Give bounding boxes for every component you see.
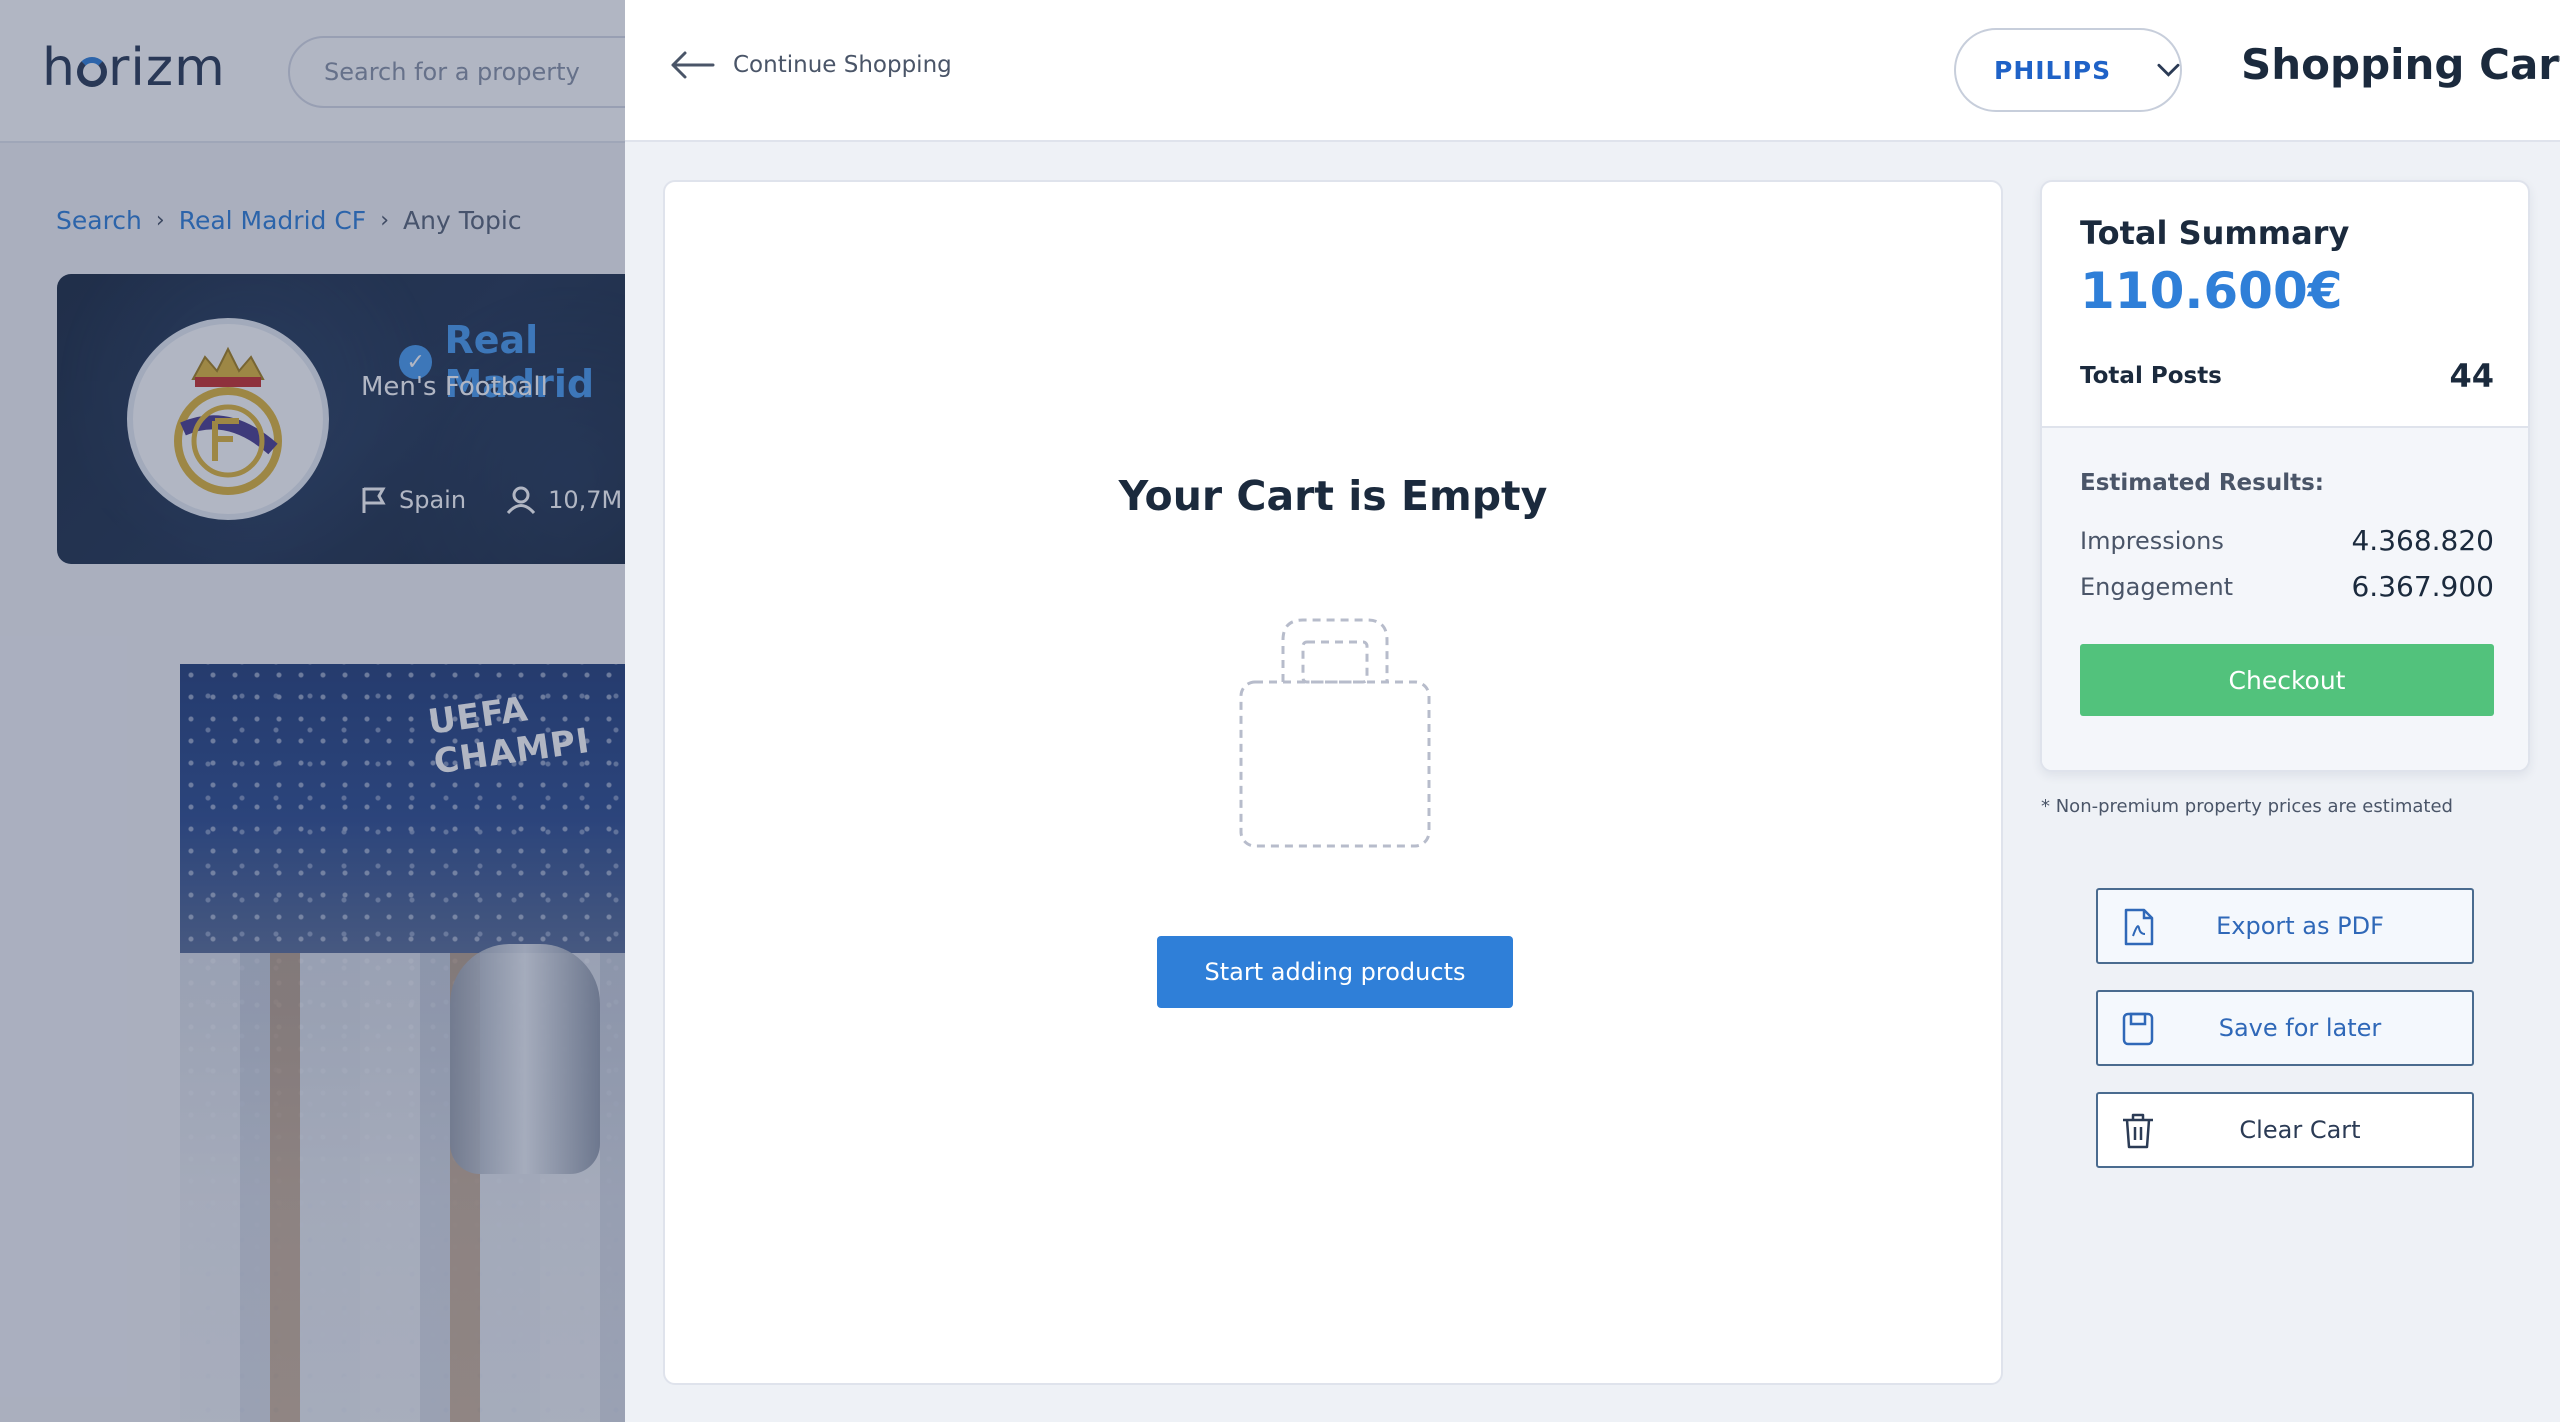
engagement-value: 6.367.900 [2351, 570, 2494, 603]
arrow-left-icon [671, 51, 715, 79]
total-amount: 110.600€ [2080, 262, 2343, 320]
pricing-note: * Non-premium property prices are estima… [2041, 796, 2453, 817]
chevron-down-icon [2157, 63, 2180, 77]
start-adding-products-button[interactable]: Start adding products [1157, 936, 1513, 1008]
cart-header: Continue Shopping PHILIPS Shopping Cart [625, 0, 2560, 142]
total-summary-card: Total Summary 110.600€ Total Posts 44 Es… [2040, 180, 2530, 772]
estimated-results-title: Estimated Results: [2080, 470, 2324, 496]
shopping-cart-panel: Continue Shopping PHILIPS Shopping Cart … [625, 0, 2560, 1422]
save-for-later-button[interactable]: Save for later [2096, 990, 2474, 1066]
empty-cart-title: Your Cart is Empty [1118, 472, 1548, 520]
summary-title: Total Summary [2080, 214, 2350, 252]
total-posts-row: Total Posts 44 [2080, 357, 2494, 395]
impressions-value: 4.368.820 [2351, 524, 2494, 557]
cart-items-area: Your Cart is Empty Start adding products [663, 180, 2003, 1385]
selected-brand: PHILIPS [1994, 55, 2112, 85]
total-posts-value: 44 [2449, 357, 2494, 395]
export-pdf-button[interactable]: Export as PDF [2096, 888, 2474, 964]
checkout-button[interactable]: Checkout [2080, 644, 2494, 716]
engagement-row: Engagement 6.367.900 [2080, 570, 2494, 603]
shopping-bag-icon [1239, 618, 1431, 848]
impressions-row: Impressions 4.368.820 [2080, 524, 2494, 557]
clear-cart-button[interactable]: Clear Cart [2096, 1092, 2474, 1168]
continue-shopping-link[interactable]: Continue Shopping [669, 50, 952, 80]
brand-select[interactable]: PHILIPS [1954, 28, 2182, 112]
page-title: Shopping Cart [2241, 40, 2560, 89]
